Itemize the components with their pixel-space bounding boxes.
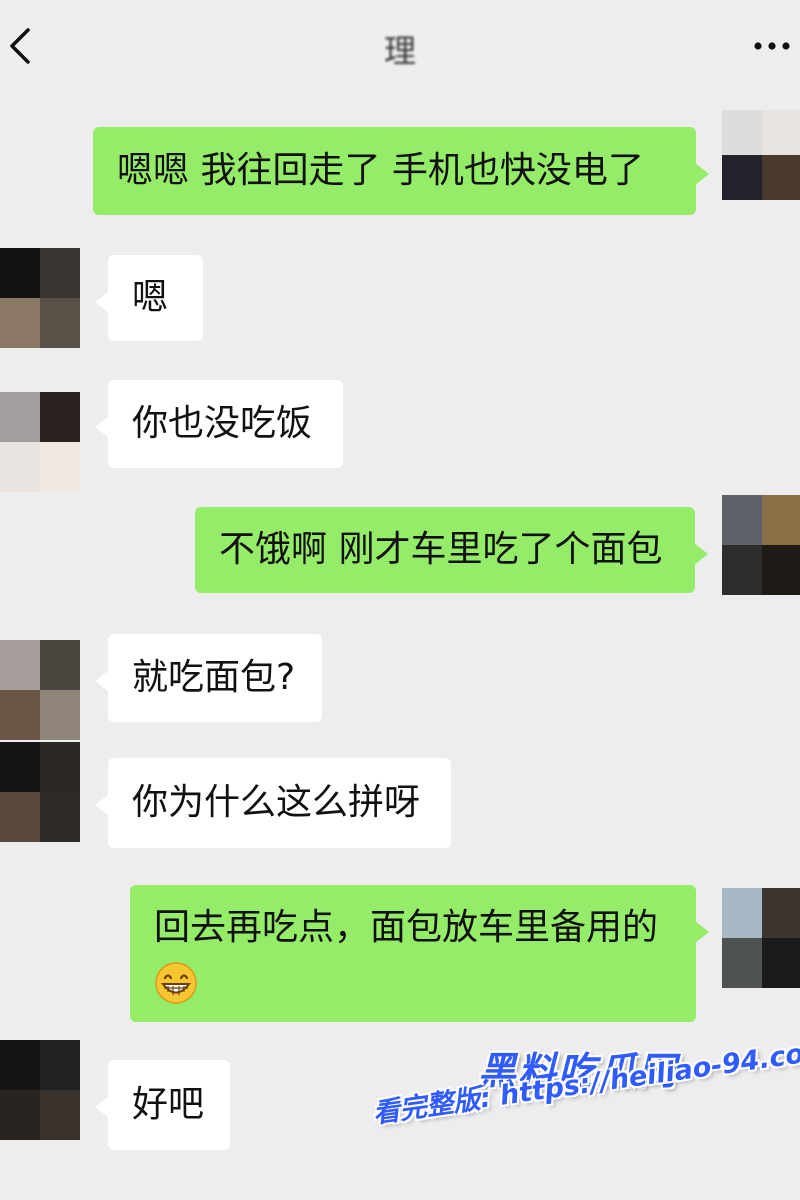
grinning-face-icon — [155, 962, 197, 1004]
chat-header: 理 — [0, 0, 800, 92]
message-bubble-sent[interactable]: 嗯嗯 我往回走了 手机也快没电了 — [93, 127, 709, 215]
message-bubble-received[interactable]: 嗯 — [95, 255, 203, 341]
message-text: 回去再吃点，面包放车里备用的 — [154, 907, 659, 948]
message-text: 你为什么这么拼呀 — [132, 782, 421, 823]
message-text: 好吧 — [132, 1084, 205, 1125]
more-dots-icon[interactable] — [752, 36, 792, 56]
contact-avatar[interactable] — [0, 742, 80, 842]
contact-avatar[interactable] — [0, 392, 80, 492]
message-bubble-received[interactable]: 好吧 — [95, 1060, 230, 1150]
message-bubble-received[interactable]: 你为什么这么拼呀 — [95, 758, 451, 848]
message-text: 你也没吃饭 — [132, 403, 313, 444]
message-bubble-sent[interactable]: 不饿啊 刚才车里吃了个面包 — [195, 507, 708, 593]
contact-avatar[interactable] — [0, 640, 80, 740]
message-text: 嗯嗯 我往回走了 手机也快没电了 — [117, 150, 644, 191]
chat-title: 理 — [383, 32, 416, 70]
message-text: 不饿啊 刚才车里吃了个面包 — [219, 529, 663, 570]
my-avatar[interactable] — [722, 888, 800, 988]
my-avatar[interactable] — [722, 495, 800, 595]
my-avatar[interactable] — [722, 110, 800, 200]
contact-avatar[interactable] — [0, 248, 80, 348]
message-bubble-received[interactable]: 就吃面包? — [95, 634, 322, 722]
message-bubble-sent[interactable]: 回去再吃点，面包放车里备用的 — [130, 885, 709, 1022]
contact-avatar[interactable] — [0, 1040, 80, 1140]
message-bubble-received[interactable]: 你也没吃饭 — [95, 380, 343, 468]
watermark: 黑料吃瓜网 看完整版: https://heiliao-94.com — [370, 1035, 800, 1180]
message-text: 嗯 — [132, 277, 169, 318]
message-text: 就吃面包? — [132, 657, 296, 698]
